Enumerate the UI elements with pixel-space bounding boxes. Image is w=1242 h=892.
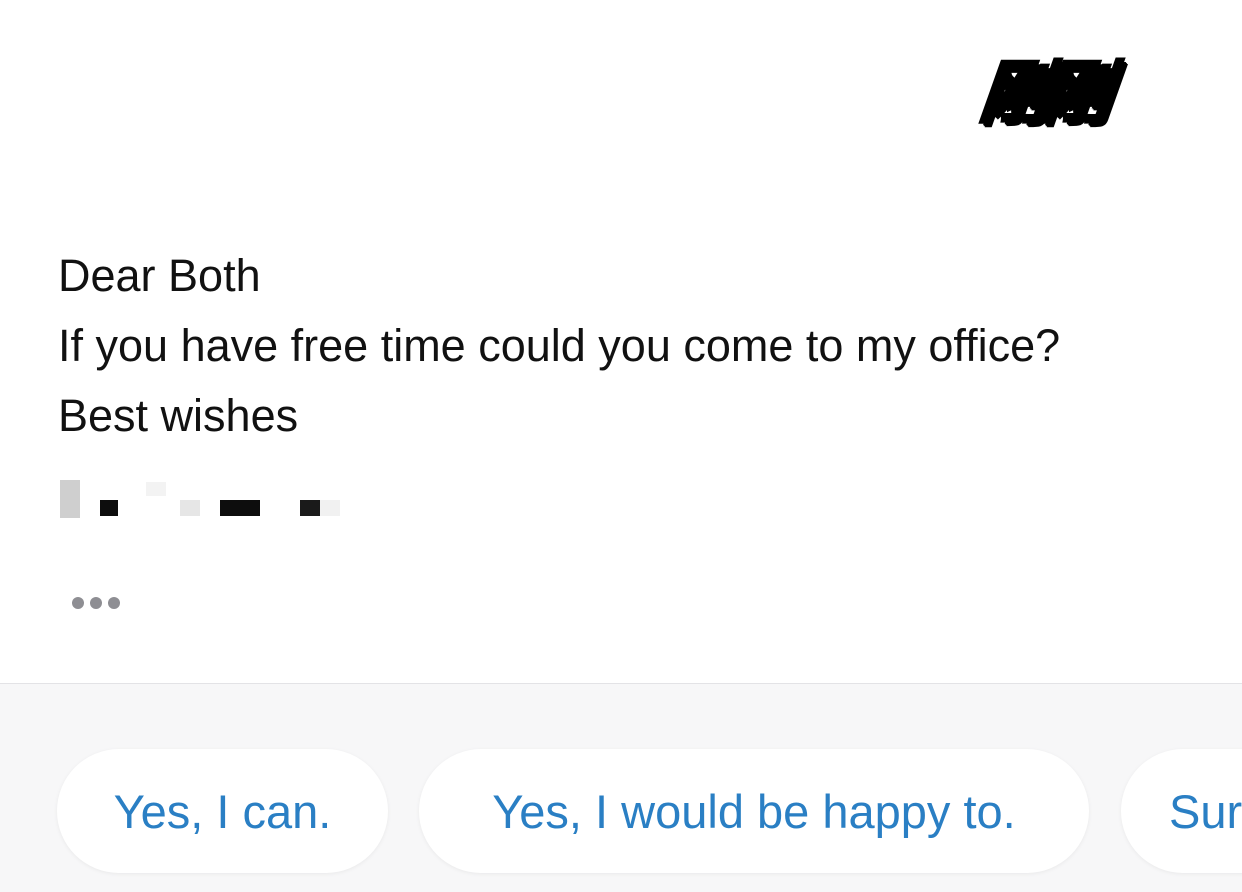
dot [90, 597, 102, 609]
smart-reply-yes-i-can[interactable]: Yes, I can. [57, 749, 388, 873]
dot [72, 597, 84, 609]
message-text: If you have free time could you come to … [58, 320, 1061, 371]
dot [108, 597, 120, 609]
smart-reply-sure[interactable]: Sur [1121, 749, 1242, 873]
ellipsis-icon[interactable] [72, 597, 120, 609]
message-greeting: Dear Both [58, 250, 261, 301]
message-body: Dear Both If you have free time could yo… [58, 248, 1060, 458]
redacted-signature [58, 476, 358, 522]
email-reply-screen: 刚刚 Dear Both If you have free time could… [0, 0, 1242, 892]
message-closing: Best wishes [58, 390, 299, 441]
sticker-overlay: 刚刚 [974, 53, 1109, 135]
smart-reply-tray: Yes, I can. Yes, I would be happy to. Su… [0, 683, 1242, 892]
smart-reply-happy-to[interactable]: Yes, I would be happy to. [419, 749, 1089, 873]
